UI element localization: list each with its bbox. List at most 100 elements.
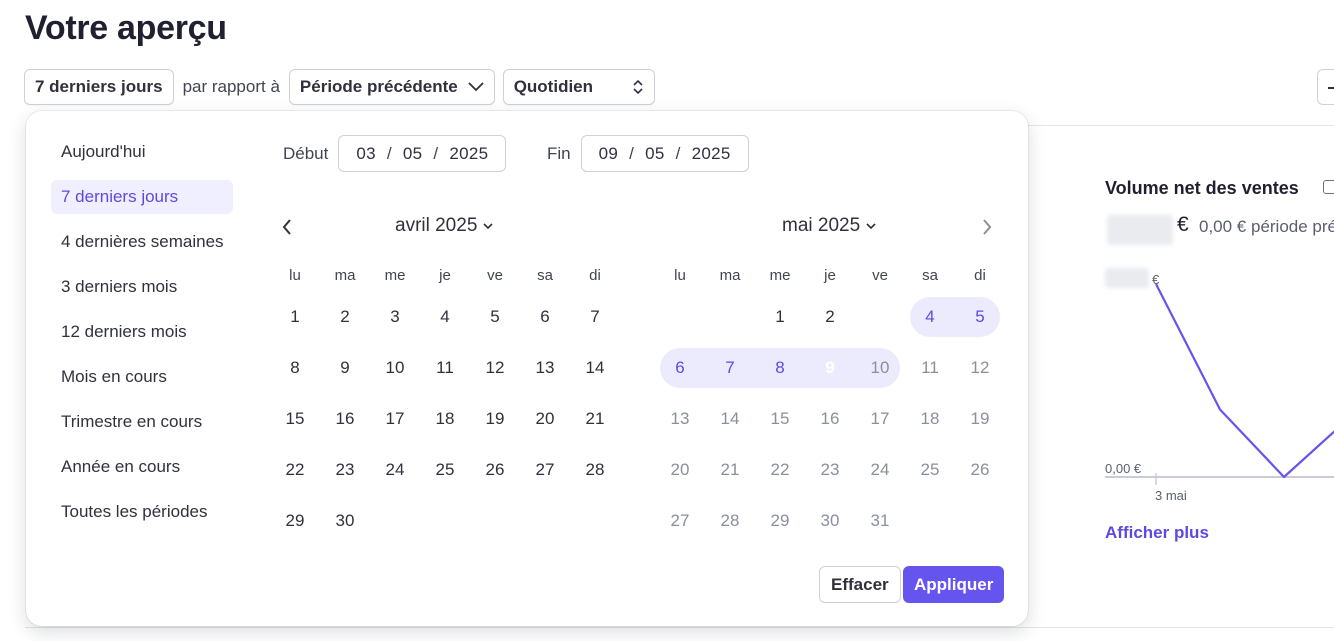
calendar-day[interactable]: 13 [520, 348, 570, 388]
calendar-day[interactable]: 11 [905, 348, 955, 388]
next-month-button[interactable] [976, 215, 998, 239]
calendar-day[interactable]: 15 [270, 399, 320, 439]
interval-select[interactable]: Quotidien [502, 69, 655, 105]
calendar-day[interactable]: 3 [855, 297, 905, 337]
calendar-day[interactable]: 4 [905, 297, 955, 337]
weekday-label: ma [334, 267, 356, 284]
calendar-day[interactable]: 7 [705, 348, 755, 388]
compare-select[interactable]: Période précédente [288, 69, 495, 105]
calendar-day[interactable]: 17 [370, 399, 420, 439]
calendar-day[interactable]: 24 [855, 450, 905, 490]
calendar-day[interactable]: 28 [570, 450, 620, 490]
weekday-label: me [384, 267, 406, 284]
calendar-day[interactable]: 4 [420, 297, 470, 337]
calendar-day[interactable]: 15 [755, 399, 805, 439]
calendar-day[interactable]: 21 [705, 450, 755, 490]
divider [1028, 125, 1334, 126]
calendar-day[interactable]: 18 [420, 399, 470, 439]
calendar-day[interactable]: 23 [320, 450, 370, 490]
start-date-input[interactable]: 03/ 05/ 2025 [338, 135, 507, 172]
calendar-day[interactable]: 8 [270, 348, 320, 388]
calendar-day[interactable]: 27 [520, 450, 570, 490]
calendar-day[interactable]: 7 [570, 297, 620, 337]
preset-item[interactable]: Trimestre en cours [51, 405, 233, 439]
left-month-title[interactable]: avril 2025 [395, 215, 493, 237]
calendar-day[interactable]: 2 [805, 297, 855, 337]
preset-item[interactable]: Toutes les périodes [51, 495, 233, 529]
calendar-day[interactable]: 10 [370, 348, 420, 388]
calendar-day[interactable]: 2 [320, 297, 370, 337]
calendar-day[interactable]: 19 [955, 399, 1005, 439]
calendar-day[interactable]: 12 [955, 348, 1005, 388]
show-more-link[interactable]: Afficher plus [1105, 523, 1209, 543]
clear-button[interactable]: Effacer [819, 566, 901, 603]
calendar-day[interactable]: 26 [470, 450, 520, 490]
calendar-day[interactable]: 24 [370, 450, 420, 490]
date-range-button[interactable]: 7 derniers jours [24, 69, 174, 105]
calendar-day[interactable]: 1 [270, 297, 320, 337]
chevron-right-icon [983, 219, 992, 235]
calendar-day[interactable]: 12 [470, 348, 520, 388]
calendar-day[interactable]: 13 [655, 399, 705, 439]
calendar-day[interactable]: 30 [320, 501, 370, 541]
calendar-day[interactable]: 20 [655, 450, 705, 490]
calendar-day[interactable]: 19 [470, 399, 520, 439]
calendar-day[interactable]: 9 [805, 348, 855, 388]
calendar-day[interactable]: 6 [655, 348, 705, 388]
calendar-day[interactable]: 11 [420, 348, 470, 388]
chart-zero-label: 0,00 € [1105, 461, 1142, 476]
compare-label: par rapport à [182, 77, 280, 96]
weekday-label: je [824, 267, 836, 284]
calendar-day[interactable]: 31 [855, 501, 905, 541]
calendar-day[interactable]: 1 [755, 297, 805, 337]
preset-item[interactable]: Mois en cours [51, 360, 233, 394]
calendar-day[interactable]: 9 [320, 348, 370, 388]
calendar-day[interactable]: 17 [855, 399, 905, 439]
calendar-day[interactable]: 16 [320, 399, 370, 439]
compare-select-value: Période précédente [299, 77, 458, 96]
calendar-day[interactable]: 8 [755, 348, 805, 388]
weekday-label: me [769, 267, 791, 284]
calendar-day[interactable]: 26 [955, 450, 1005, 490]
right-month-title[interactable]: mai 2025 [782, 215, 876, 237]
info-icon[interactable] [1323, 180, 1334, 194]
preset-item[interactable]: 3 derniers mois [51, 270, 233, 304]
calendar-day[interactable]: 16 [805, 399, 855, 439]
calendar-day[interactable]: 23 [805, 450, 855, 490]
calendar-day[interactable]: 5 [470, 297, 520, 337]
chart-top-label: € [1152, 272, 1160, 287]
prev-month-button[interactable] [276, 215, 298, 239]
calendar-day[interactable]: 3 [370, 297, 420, 337]
calendar-day[interactable]: 20 [520, 399, 570, 439]
apply-button[interactable]: Appliquer [903, 566, 1005, 603]
calendar-day[interactable]: 18 [905, 399, 955, 439]
chevron-left-icon [282, 219, 291, 235]
preset-item[interactable]: Aujourd'hui [51, 135, 233, 169]
calendar-day[interactable]: 14 [705, 399, 755, 439]
calendar-day[interactable]: 25 [905, 450, 955, 490]
calendar-day[interactable]: 22 [270, 450, 320, 490]
calendar-day[interactable]: 29 [270, 501, 320, 541]
calendar-day[interactable]: 22 [755, 450, 805, 490]
calendar-day[interactable]: 27 [655, 501, 705, 541]
calendar-day[interactable]: 6 [520, 297, 570, 337]
weekday-label: lu [674, 267, 686, 284]
preset-item[interactable]: Année en cours [51, 450, 233, 484]
calendar-day[interactable]: 10 [855, 348, 905, 388]
calendar-day[interactable]: 28 [705, 501, 755, 541]
calendar-day[interactable]: 30 [805, 501, 855, 541]
preset-item[interactable]: 7 derniers jours [51, 180, 233, 214]
calendar-day[interactable]: 29 [755, 501, 805, 541]
calendar-day[interactable]: 5 [955, 297, 1005, 337]
weekday-label: di [974, 267, 986, 284]
preset-item[interactable]: 4 dernières semaines [51, 225, 233, 259]
weekday-label: lu [289, 267, 301, 284]
calendar-day[interactable]: 14 [570, 348, 620, 388]
calendar-day[interactable]: 21 [570, 399, 620, 439]
toolbar-extra-button[interactable] [1317, 69, 1334, 105]
chevron-down-icon [468, 82, 484, 92]
calendar-day[interactable]: 25 [420, 450, 470, 490]
preset-item[interactable]: 12 derniers mois [51, 315, 233, 349]
end-date-input[interactable]: 09/ 05/ 2025 [580, 135, 749, 172]
filter-toolbar: 7 derniers jours par rapport à Période p… [24, 69, 655, 105]
